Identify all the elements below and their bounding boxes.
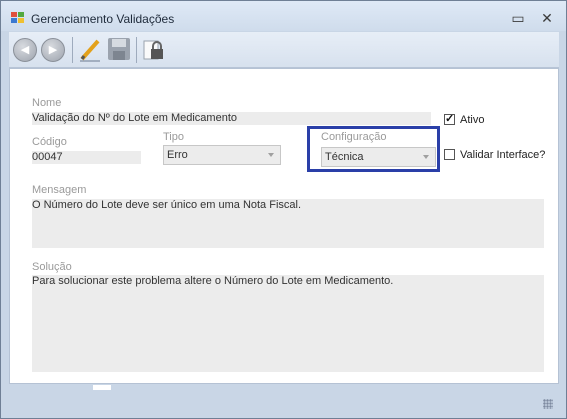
close-button[interactable]: ✕ (535, 9, 559, 27)
back-button[interactable]: ◀ (13, 38, 37, 62)
validar-interface-label: Validar Interface? (460, 149, 546, 161)
form-panel: Nome Validação do Nº do Lote em Medicame… (9, 68, 559, 384)
app-icon (11, 12, 25, 24)
tipo-label: Tipo (163, 131, 184, 143)
ativo-label: Ativo (460, 114, 485, 126)
lock-icon (143, 40, 163, 60)
validation-manager-window: Gerenciamento Validações ▭ ✕ ◀ ▶ Nome Va… (0, 0, 567, 419)
solucao-label: Solução (32, 261, 72, 273)
mensagem-value: O Número do Lote deve ser único em uma N… (32, 199, 302, 211)
window-title: Gerenciamento Validações (31, 12, 175, 26)
arrow-left-icon: ◀ (20, 44, 30, 56)
close-icon: ✕ (541, 10, 553, 26)
chevron-down-icon (268, 153, 274, 157)
status-bar (9, 385, 559, 413)
toolbar: ◀ ▶ (9, 32, 559, 68)
forward-button[interactable]: ▶ (41, 38, 65, 62)
mensagem-label: Mensagem (32, 184, 87, 196)
title-bar[interactable]: Gerenciamento Validações ▭ ✕ (1, 1, 566, 31)
solucao-value: Para solucionar este problema altere o N… (32, 275, 394, 287)
toolbar-separator (72, 37, 73, 63)
codigo-value: 00047 (32, 151, 63, 163)
validar-interface-checkbox[interactable] (444, 149, 455, 160)
tipo-select[interactable]: Erro (163, 145, 281, 165)
nome-field[interactable]: Validação do Nº do Lote em Medicamento (32, 112, 431, 125)
edit-button[interactable] (76, 35, 104, 63)
floppy-disk-icon (108, 38, 130, 60)
nome-label: Nome (32, 97, 62, 109)
lock-button[interactable] (141, 35, 169, 63)
codigo-label: Código (32, 136, 67, 148)
mensagem-field[interactable]: O Número do Lote deve ser único em uma N… (32, 199, 544, 248)
pencil-icon (80, 39, 100, 62)
toolbar-separator (136, 37, 137, 63)
tipo-value: Erro (167, 149, 188, 161)
codigo-field[interactable]: 00047 (32, 151, 141, 164)
configuracao-highlight (307, 126, 440, 172)
arrow-right-icon: ▶ (48, 44, 58, 56)
minimize-icon: ▭ (511, 10, 525, 26)
ativo-checkbox[interactable] (444, 112, 455, 125)
resize-grip-icon[interactable] (543, 399, 553, 409)
minimize-button[interactable]: ▭ (506, 9, 530, 27)
solucao-field[interactable]: Para solucionar este problema altere o N… (32, 275, 544, 372)
save-button[interactable] (105, 35, 133, 63)
nome-value: Validação do Nº do Lote em Medicamento (32, 112, 237, 124)
status-bar-tab (93, 385, 111, 390)
